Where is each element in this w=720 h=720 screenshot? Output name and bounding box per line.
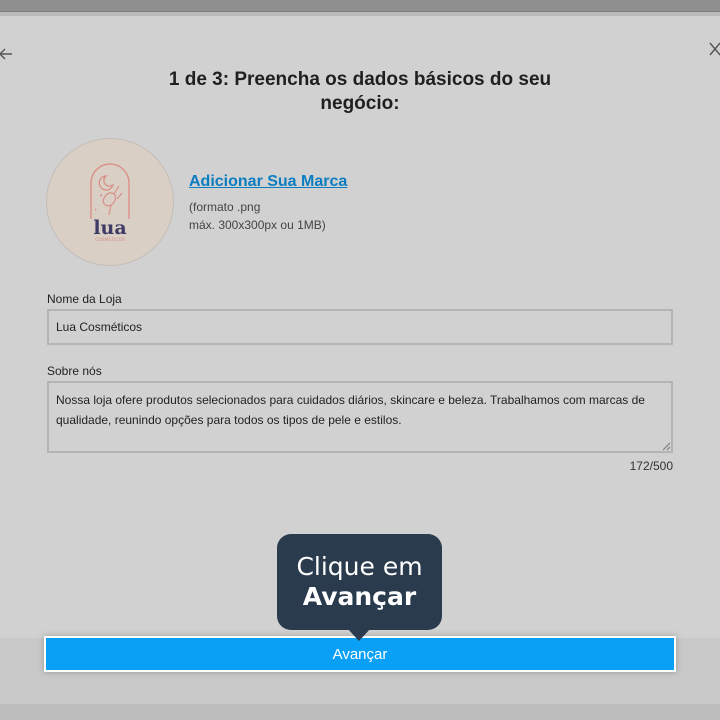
browser-top-bar (0, 0, 720, 12)
arrow-left-icon[interactable] (0, 44, 16, 64)
resize-grip-icon[interactable] (662, 442, 671, 451)
format-hint-line2: máx. 300x300px ou 1MB) (189, 218, 326, 232)
add-brand-link[interactable]: Adicionar Sua Marca (189, 173, 347, 191)
tooltip-line1: Clique em (296, 552, 423, 581)
about-label: Sobre nós (47, 364, 102, 378)
page-background-strip (0, 704, 720, 720)
page-title: 1 de 3: Preencha os dados básicos do seu… (168, 69, 552, 114)
tutorial-tooltip: Clique em Avançar (277, 534, 442, 630)
logo-text: lua (93, 217, 126, 239)
moon-hand-logo-icon: ✦ ✦ lua COSMETICOS (90, 163, 130, 243)
close-icon[interactable] (706, 40, 720, 58)
next-button[interactable]: Avançar (44, 636, 676, 672)
tooltip-arrow (347, 628, 371, 641)
svg-text:✦: ✦ (94, 207, 98, 212)
format-hint-line1: (formato .png (189, 200, 261, 214)
brand-logo: ✦ ✦ lua COSMETICOS (46, 138, 174, 266)
logo-subtext: COSMETICOS (95, 237, 125, 243)
tooltip-line2: Avançar (302, 582, 417, 611)
store-name-label: Nome da Loja (47, 292, 122, 306)
character-counter: 172/500 (629, 459, 673, 473)
store-name-input[interactable] (47, 309, 673, 345)
svg-text:✦: ✦ (99, 193, 103, 199)
about-textarea[interactable]: Nossa loja ofere produtos selecionados p… (47, 381, 673, 453)
